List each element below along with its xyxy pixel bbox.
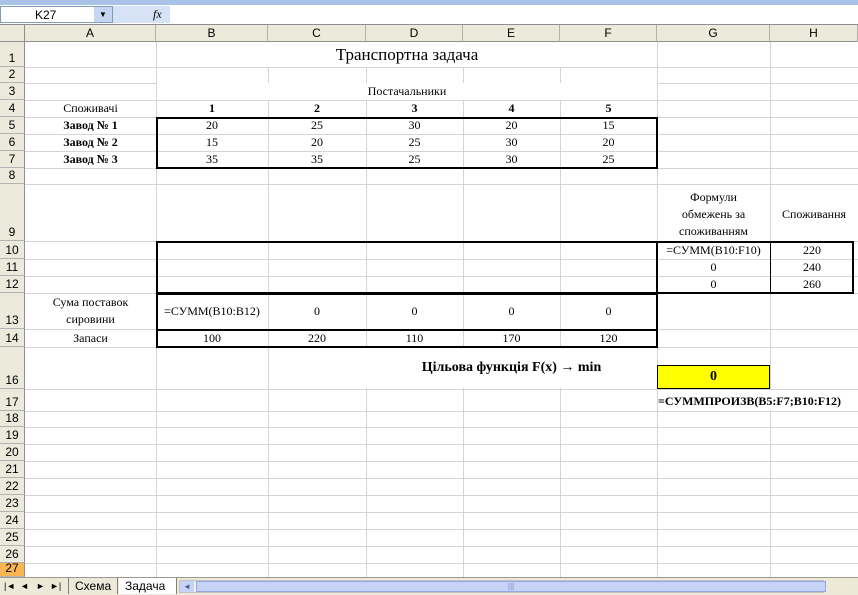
scroll-thumb[interactable]: ||| [196, 581, 826, 592]
supplier-number: 1 [209, 101, 215, 115]
row-header-11[interactable]: 11 [0, 259, 25, 276]
supply-table-border [156, 293, 658, 348]
supply-sum-label-line2: сировини [66, 312, 115, 326]
objective-label: Цільова функція F(x) → min [421, 360, 602, 375]
last-sheet-icon[interactable]: ►| [50, 581, 61, 591]
supplier-number: 2 [314, 101, 320, 115]
suppliers-label: Постачальники [367, 84, 447, 98]
constraints-table-border [656, 241, 854, 294]
supplier-number: 3 [411, 101, 418, 115]
plant-name: Завод № 1 [63, 118, 118, 132]
row-header-16[interactable]: 16 [0, 347, 25, 389]
row-header-23[interactable]: 23 [0, 495, 25, 512]
row-header-2[interactable]: 2 [0, 67, 25, 83]
g9-header-line1: Формули [690, 190, 737, 204]
prev-sheet-icon[interactable]: ◄ [20, 581, 29, 591]
row-header-7[interactable]: 7 [0, 151, 25, 168]
row-header-22[interactable]: 22 [0, 478, 25, 495]
row-header-6[interactable]: 6 [0, 134, 25, 151]
g9-header-line2: обмежень за [681, 207, 746, 221]
function-area: fx [113, 6, 170, 23]
supplier-number: 4 [508, 101, 515, 115]
chevron-down-icon[interactable]: ▼ [94, 7, 112, 22]
supplier-number: 5 [605, 101, 612, 115]
consumers-label: Споживачі [63, 101, 118, 115]
column-header-e[interactable]: E [463, 25, 560, 42]
first-sheet-icon[interactable]: |◄ [4, 581, 15, 591]
row-header-3[interactable]: 3 [0, 83, 25, 100]
row-header-4[interactable]: 4 [0, 100, 25, 117]
tab-task[interactable]: Задача т [119, 578, 177, 594]
column-header-c[interactable]: C [268, 25, 366, 42]
row-header-19[interactable]: 19 [0, 427, 25, 444]
tab-schema[interactable]: Схема [68, 578, 119, 594]
page-title: Транспортна задача [335, 44, 479, 64]
row-header-18[interactable]: 18 [0, 411, 25, 427]
row-header-13[interactable]: 13 [0, 293, 25, 329]
select-all-corner[interactable] [0, 25, 25, 42]
row-header-25[interactable]: 25 [0, 529, 25, 546]
row-header-27[interactable]: 27 [0, 561, 25, 577]
column-header-d[interactable]: D [366, 25, 463, 42]
row-header-1[interactable]: 1 [0, 42, 25, 67]
objective-value[interactable]: 0 [657, 365, 770, 389]
row-header-17[interactable]: 17 [0, 389, 25, 411]
spreadsheet-grid: A B C D E F G H 1 2 3 4 5 6 7 8 9 10 11 … [0, 25, 858, 577]
formula-input[interactable] [170, 6, 858, 23]
column-header-f[interactable]: F [560, 25, 657, 42]
objective-formula: =СУММПРОИЗВ(B5:F7;B10:F12) [658, 393, 842, 408]
name-box-value: K27 [35, 8, 57, 22]
cost-table-border [156, 117, 658, 169]
row-header-9[interactable]: 9 [0, 184, 25, 241]
name-box[interactable]: K27 ▼ [0, 6, 113, 23]
h9-header: Споживання [781, 207, 847, 221]
plant-name: Завод № 3 [63, 152, 118, 166]
row-header-5[interactable]: 5 [0, 117, 25, 134]
row-header-14[interactable]: 14 [0, 329, 25, 347]
row-header-12[interactable]: 12 [0, 276, 25, 293]
stocks-label: Запаси [73, 330, 108, 345]
row-header-10[interactable]: 10 [0, 241, 25, 259]
column-header-g[interactable]: G [657, 25, 770, 42]
insert-function-icon[interactable]: fx [153, 7, 162, 22]
g9-header-line3: споживанням [679, 224, 748, 238]
formula-bar: K27 ▼ fx [0, 5, 858, 25]
sheet-tabs-bar: |◄ ◄ ► ►| Схема Задача т ◄ ||| [0, 577, 858, 595]
row-header-20[interactable]: 20 [0, 444, 25, 461]
row-header-8[interactable]: 8 [0, 168, 25, 184]
row-header-24[interactable]: 24 [0, 512, 25, 529]
next-sheet-icon[interactable]: ► [36, 581, 45, 591]
column-header-h[interactable]: H [770, 25, 858, 42]
scroll-left-icon[interactable]: ◄ [180, 581, 194, 592]
plan-table-border [156, 241, 658, 294]
horizontal-scrollbar[interactable]: ◄ ||| [179, 580, 826, 593]
column-header-a[interactable]: A [25, 25, 156, 42]
column-header-b[interactable]: B [156, 25, 268, 42]
supply-sum-label-line1: Сума поставок [52, 295, 129, 309]
plant-name: Завод № 2 [63, 135, 118, 149]
row-header-21[interactable]: 21 [0, 461, 25, 478]
